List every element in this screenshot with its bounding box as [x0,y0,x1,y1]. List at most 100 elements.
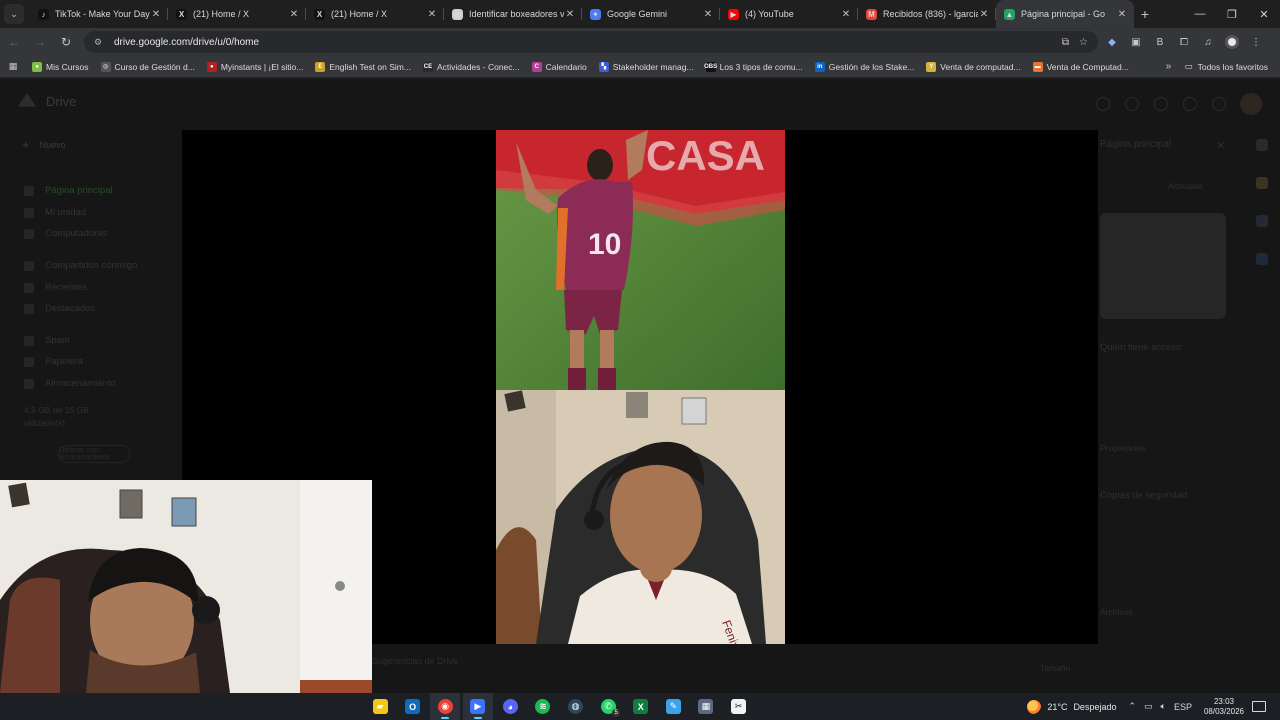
browser-tab[interactable]: X (21) Home / X ✕ [168,0,306,28]
minimize-button[interactable]: — [1184,0,1216,28]
browser-tab[interactable]: ♪ TikTok - Make Your Day ✕ [30,0,168,28]
drive-nav-item[interactable]: Destacados [24,303,95,314]
taskbar-app-button[interactable]: X [626,693,656,720]
new-button[interactable]: + Nuevo [22,137,66,152]
taskbar-app-button[interactable]: ◍ [561,693,591,720]
drive-nav-item[interactable]: Mi unidad [24,207,86,218]
bookmark-item[interactable]: ▚ Stakeholder manag... [593,61,700,72]
close-tab-icon[interactable]: ✕ [840,9,852,20]
drive-nav-item[interactable]: Recientes [24,282,87,293]
bookmark-item[interactable]: ● Myinstants | ¡El sitio... [201,61,310,72]
browser-tab[interactable]: X (21) Home / X ✕ [306,0,444,28]
activity-tab[interactable]: Actividad [1168,181,1203,191]
volume-icon[interactable]: 🔈︎ [1161,701,1166,712]
bookmark-item[interactable]: ◎ Curso de Gestión d... [95,61,201,72]
close-tab-icon[interactable]: ✕ [978,9,990,20]
reload-button[interactable]: ↻ [54,30,78,54]
taskbar-app-button[interactable]: ✂ [724,693,754,720]
bookmark-item[interactable]: E English Test on Sim... [309,61,417,72]
language-indicator[interactable]: ESP [1174,702,1192,712]
jersey-number: 10 [588,228,621,261]
more-bookmarks-chevron-icon[interactable]: » [1157,61,1181,72]
bookmark-item[interactable]: CE Actividades - Conec... [417,61,526,72]
taskbar-app-button[interactable]: ◉ [430,693,461,720]
taskbar-app-button[interactable]: O [398,693,428,720]
notification-center-icon[interactable] [1252,701,1266,712]
account-avatar[interactable] [1240,93,1262,115]
url-text[interactable]: drive.google.com/drive/u/0/home [114,37,1052,48]
system-clock[interactable]: 23:03 08/03/2026 [1204,697,1244,717]
tray-overflow-chevron-icon[interactable]: ⌃ [1128,701,1136,712]
taskbar-app-button[interactable]: ▦ [691,693,721,720]
maximize-button[interactable]: ❐ [1216,0,1248,28]
calendar-app-icon[interactable] [1256,139,1268,151]
taskbar-app-button[interactable]: ≋ [528,693,558,720]
new-tab-button[interactable]: + [1134,6,1156,22]
extension-icon[interactable]: ◆ [1102,32,1122,52]
close-tab-icon[interactable]: ✕ [426,9,438,20]
install-app-icon[interactable]: ⧉ [1062,37,1069,48]
site-info-icon[interactable]: ⚙ [94,37,106,48]
drive-logo[interactable]: Drive [18,93,76,109]
media-controls-icon[interactable]: ♫ [1198,32,1218,52]
close-window-button[interactable]: ✕ [1248,0,1280,28]
bookmark-item[interactable]: Y Venta de computad... [920,61,1026,72]
address-bar[interactable]: ⚙ drive.google.com/drive/u/0/home ⧉ ☆ [84,31,1098,53]
taskbar-app-button[interactable]: ◕ [495,693,525,720]
profile-avatar[interactable] [1222,32,1242,52]
extension-b-icon[interactable]: B [1150,32,1170,52]
back-button[interactable]: ← [2,30,26,54]
forward-button[interactable]: → [28,30,52,54]
extensions-puzzle-icon[interactable]: ⧠ [1174,32,1194,52]
taskbar-app-button[interactable]: ▶ [462,693,493,720]
close-tab-icon[interactable]: ✕ [150,9,162,20]
streamer-reaction-video[interactable]: Fenix [496,390,785,644]
gemini-sparkle-icon[interactable] [1183,97,1197,111]
taskbar-app-button[interactable]: ✆ 5 [593,693,623,720]
bookmark-item[interactable]: C Calendario [526,61,593,72]
browser-tab[interactable]: M Recibidos (836) - lgarciad ✕ [858,0,996,28]
bookmark-item[interactable]: ● Mis Cursos [26,61,95,72]
drive-nav-item[interactable]: Computadoras [24,228,107,239]
drive-nav-item[interactable]: Compartidos conmigo [24,260,137,271]
bookmark-star-icon[interactable]: ☆ [1079,37,1088,48]
extension-icon[interactable]: ▣ [1126,32,1146,52]
drive-nav-item[interactable]: Papelera [24,356,83,367]
soccer-clip-video[interactable]: CASA 10 [496,130,785,390]
browser-tab[interactable]: ▣ Identificar boxeadores ve ✕ [444,0,582,28]
network-icon[interactable]: ▭ [1144,701,1153,712]
help-icon[interactable] [1125,97,1139,111]
get-more-storage-button[interactable]: Obtener más almacenamiento [58,445,130,463]
taskbar-app-button[interactable]: ✎ [658,693,688,720]
drive-nav-item[interactable]: Almacenamiento [24,378,116,389]
settings-gear-icon[interactable] [1154,97,1168,111]
apps-grid-icon[interactable]: ▦ [0,61,26,72]
contacts-app-icon[interactable] [1256,253,1268,265]
browser-menu-icon[interactable]: ⋮ [1246,32,1266,52]
drive-nav-label: Papelera [45,356,84,367]
browser-tab[interactable]: ▲ Página principal - Go ✕ [996,0,1134,28]
bookmark-item[interactable]: ▬ Venta de Computad... [1027,61,1135,72]
bookmark-item[interactable]: OBS Los 3 tipos de comu... [700,61,809,72]
close-panel-icon[interactable]: ✕ [1216,139,1225,152]
bookmark-item[interactable]: in Gestión de los Stake... [809,61,921,72]
browser-tab[interactable]: ▶ (4) YouTube ✕ [720,0,858,28]
offline-status-icon[interactable] [1096,97,1110,111]
google-apps-icon[interactable] [1212,97,1226,111]
keep-app-icon[interactable] [1256,177,1268,189]
tasks-app-icon[interactable] [1256,215,1268,227]
details-panel-title: Página principal [1100,139,1172,150]
weather-widget[interactable]: 21°C Despejado [1027,699,1116,714]
close-tab-icon[interactable]: ✕ [564,9,576,20]
close-tab-icon[interactable]: ✕ [288,9,300,20]
close-tab-icon[interactable]: ✕ [702,9,714,20]
drive-nav-item[interactable]: Página principal [24,185,113,196]
taskbar-app-button[interactable]: ▰ [365,693,395,720]
drive-nav-item[interactable]: Spam [24,335,70,346]
tab-search-button[interactable]: ⌄ [4,4,24,24]
all-bookmarks-folder[interactable]: ▭ Todos los favoritos [1181,61,1280,72]
close-tab-icon[interactable]: ✕ [1116,9,1128,20]
drive-app-name: Drive [46,93,77,109]
browser-tab[interactable]: ✦ Google Gemini ✕ [582,0,720,28]
bookmark-label: English Test on Sim... [329,61,411,72]
